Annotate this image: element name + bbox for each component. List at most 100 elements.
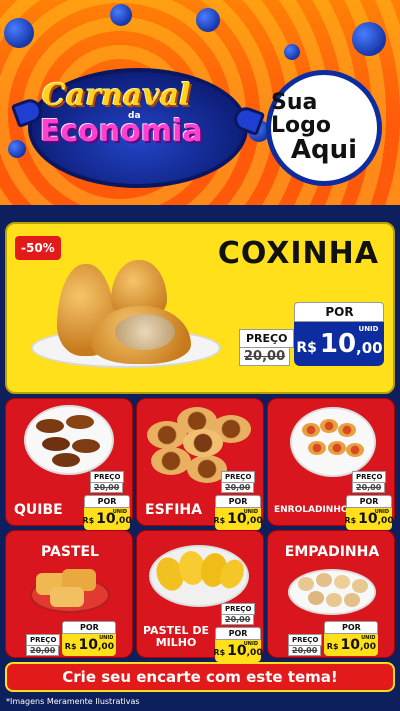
currency-symbol: R$ bbox=[64, 642, 77, 651]
new-price-block: POR R$ 10 ,00 UNID bbox=[294, 302, 385, 366]
product-card-enroladinho: ENROLADINHO PREÇO 20,00 POR R$ 10 ,00 UN… bbox=[267, 398, 395, 530]
coin-icon bbox=[110, 4, 132, 26]
product-card-esfiha: ESFIHA PREÇO 20,00 POR R$ 10 ,00 UNID bbox=[136, 398, 264, 530]
old-price-label: PREÇO bbox=[221, 471, 256, 483]
price-cents: ,00 bbox=[360, 641, 376, 652]
price-cents: ,00 bbox=[98, 641, 114, 652]
price-integer: 10 bbox=[340, 637, 361, 653]
new-price-value: R$ 10 ,00 UNID bbox=[62, 634, 117, 656]
hero-price-box: PREÇO 20,00 POR R$ 10 ,00 UNID bbox=[239, 302, 385, 366]
price-cents: ,00 bbox=[246, 515, 263, 526]
old-price-block: PREÇO 20,00 bbox=[221, 471, 261, 493]
empadinha-image bbox=[316, 573, 332, 587]
empadinha-image bbox=[298, 577, 314, 591]
old-price-block: PREÇO 20,00 bbox=[221, 603, 261, 625]
old-price-label: PREÇO bbox=[239, 329, 295, 348]
logo-line-1: Sua Logo bbox=[271, 90, 331, 139]
new-price-block: PREÇO 20,00 POR R$ 10 ,00 UNID bbox=[213, 603, 263, 662]
price-box: PREÇO 20,00 POR R$ 10 ,00 UNID bbox=[213, 471, 263, 530]
create-flyer-button[interactable]: Crie seu encarte com este tema! bbox=[5, 662, 395, 692]
new-price-value: R$ 10 ,00 UNID bbox=[213, 508, 263, 530]
price-cents: ,00 bbox=[377, 515, 394, 526]
enroladinho-image bbox=[346, 443, 364, 457]
enroladinho-image bbox=[308, 441, 326, 455]
product-name: PASTEL DE MILHO bbox=[143, 625, 209, 648]
new-price-label: POR bbox=[294, 302, 385, 322]
unit-label: UNID bbox=[99, 635, 114, 641]
price-box: PREÇO 20,00 POR R$ 10 ,00 UNID bbox=[213, 603, 263, 662]
new-price-value: R$ 10 ,00 UNID bbox=[294, 322, 385, 366]
brand-word-carnaval: Carnaval bbox=[42, 78, 191, 113]
new-price-block: POR R$ 10 ,00 UNID bbox=[62, 621, 117, 656]
unit-label: UNID bbox=[243, 641, 258, 647]
header-banner: Carnaval da Economia Sua Logo Aqui bbox=[0, 0, 400, 205]
new-price-label: POR bbox=[215, 627, 261, 640]
price-cents: ,00 bbox=[115, 515, 132, 526]
unit-label: UNID bbox=[358, 325, 379, 333]
quibe-image bbox=[52, 453, 80, 467]
price-cents: ,00 bbox=[356, 339, 383, 357]
product-name: ESFIHA bbox=[145, 502, 202, 518]
price-box: PREÇO 20,00 POR R$ 10 ,00 UNID bbox=[288, 621, 379, 656]
enroladinho-image bbox=[328, 441, 346, 455]
coin-icon bbox=[352, 22, 386, 56]
discount-badge: -50% bbox=[15, 236, 61, 260]
price-box: PREÇO 20,00 POR R$ 10 ,00 UNID bbox=[26, 621, 117, 656]
old-price-value: 20,00 bbox=[352, 483, 386, 493]
price-box: PREÇO 20,00 POR R$ 10 ,00 UNID bbox=[344, 471, 394, 530]
old-price-block: PREÇO 20,00 bbox=[239, 329, 295, 366]
coin-icon bbox=[4, 18, 34, 48]
new-price-value: R$ 10 ,00 UNID bbox=[213, 640, 263, 662]
old-price-value: 20,00 bbox=[221, 483, 255, 493]
product-card-pastel: PASTEL PREÇO 20,00 POR R$ 10 ,00 UNID bbox=[5, 530, 133, 658]
currency-symbol: R$ bbox=[344, 516, 357, 525]
new-price-value: R$ 10 ,00 UNID bbox=[324, 634, 379, 656]
coin-icon bbox=[196, 8, 220, 32]
old-price-label: PREÇO bbox=[90, 471, 125, 483]
brand-word-economia: Economia bbox=[40, 114, 203, 149]
old-price-block: PREÇO 20,00 bbox=[288, 634, 323, 656]
logo-line-2: Aqui bbox=[290, 135, 358, 166]
quibe-image bbox=[42, 437, 70, 451]
enroladinho-image bbox=[320, 419, 338, 433]
coin-icon bbox=[8, 140, 26, 158]
currency-symbol: R$ bbox=[213, 516, 226, 525]
product-card-pastel-de-milho: PASTEL DE MILHO PREÇO 20,00 POR R$ 10 ,0… bbox=[136, 530, 264, 662]
product-card-quibe: QUIBE PREÇO 20,00 POR R$ 10 ,00 UNID bbox=[5, 398, 133, 530]
old-price-block: PREÇO 20,00 bbox=[26, 634, 61, 656]
enroladinho-image bbox=[302, 423, 320, 437]
old-price-value: 20,00 bbox=[239, 348, 291, 366]
new-price-label: POR bbox=[215, 495, 261, 508]
currency-symbol: R$ bbox=[213, 648, 226, 657]
old-price-block: PREÇO 20,00 bbox=[352, 471, 392, 493]
coxinha-filling-image bbox=[115, 314, 175, 350]
new-price-label: POR bbox=[346, 495, 392, 508]
empadinha-image bbox=[344, 593, 360, 607]
old-price-label: PREÇO bbox=[352, 471, 387, 483]
empadinha-image bbox=[334, 575, 350, 589]
new-price-label: POR bbox=[84, 495, 130, 508]
product-name: ENROLADINHO bbox=[274, 505, 349, 515]
hero-offer-card: -50% COXINHA PREÇO 20,00 POR R$ 10 ,00 U… bbox=[5, 222, 395, 394]
empadinha-image bbox=[308, 591, 324, 605]
quibe-image bbox=[72, 439, 100, 453]
unit-label: UNID bbox=[112, 509, 127, 515]
enroladinho-image bbox=[338, 423, 356, 437]
currency-symbol: R$ bbox=[326, 642, 339, 651]
product-name-line-2: MILHO bbox=[155, 635, 197, 649]
esfiha-image bbox=[183, 429, 223, 457]
new-price-label: POR bbox=[62, 621, 117, 634]
hero-product-name: COXINHA bbox=[217, 236, 379, 271]
old-price-value: 20,00 bbox=[26, 646, 60, 656]
old-price-label: PREÇO bbox=[26, 634, 61, 646]
coin-icon bbox=[284, 44, 300, 60]
new-price-block: POR R$ 10 ,00 UNID bbox=[324, 621, 379, 656]
new-price-block: PREÇO 20,00 POR R$ 10 ,00 UNID bbox=[82, 471, 132, 530]
product-card-empadinha: EMPADINHA PREÇO 20,00 POR R$ 10 ,00 UNID bbox=[267, 530, 395, 658]
unit-label: UNID bbox=[361, 635, 376, 641]
price-cents: ,00 bbox=[246, 647, 263, 658]
new-price-value: R$ 10 ,00 UNID bbox=[82, 508, 132, 530]
product-name: PASTEL bbox=[41, 544, 99, 560]
new-price-block: PREÇO 20,00 POR R$ 10 ,00 UNID bbox=[213, 471, 263, 530]
empadinha-image bbox=[352, 579, 368, 593]
